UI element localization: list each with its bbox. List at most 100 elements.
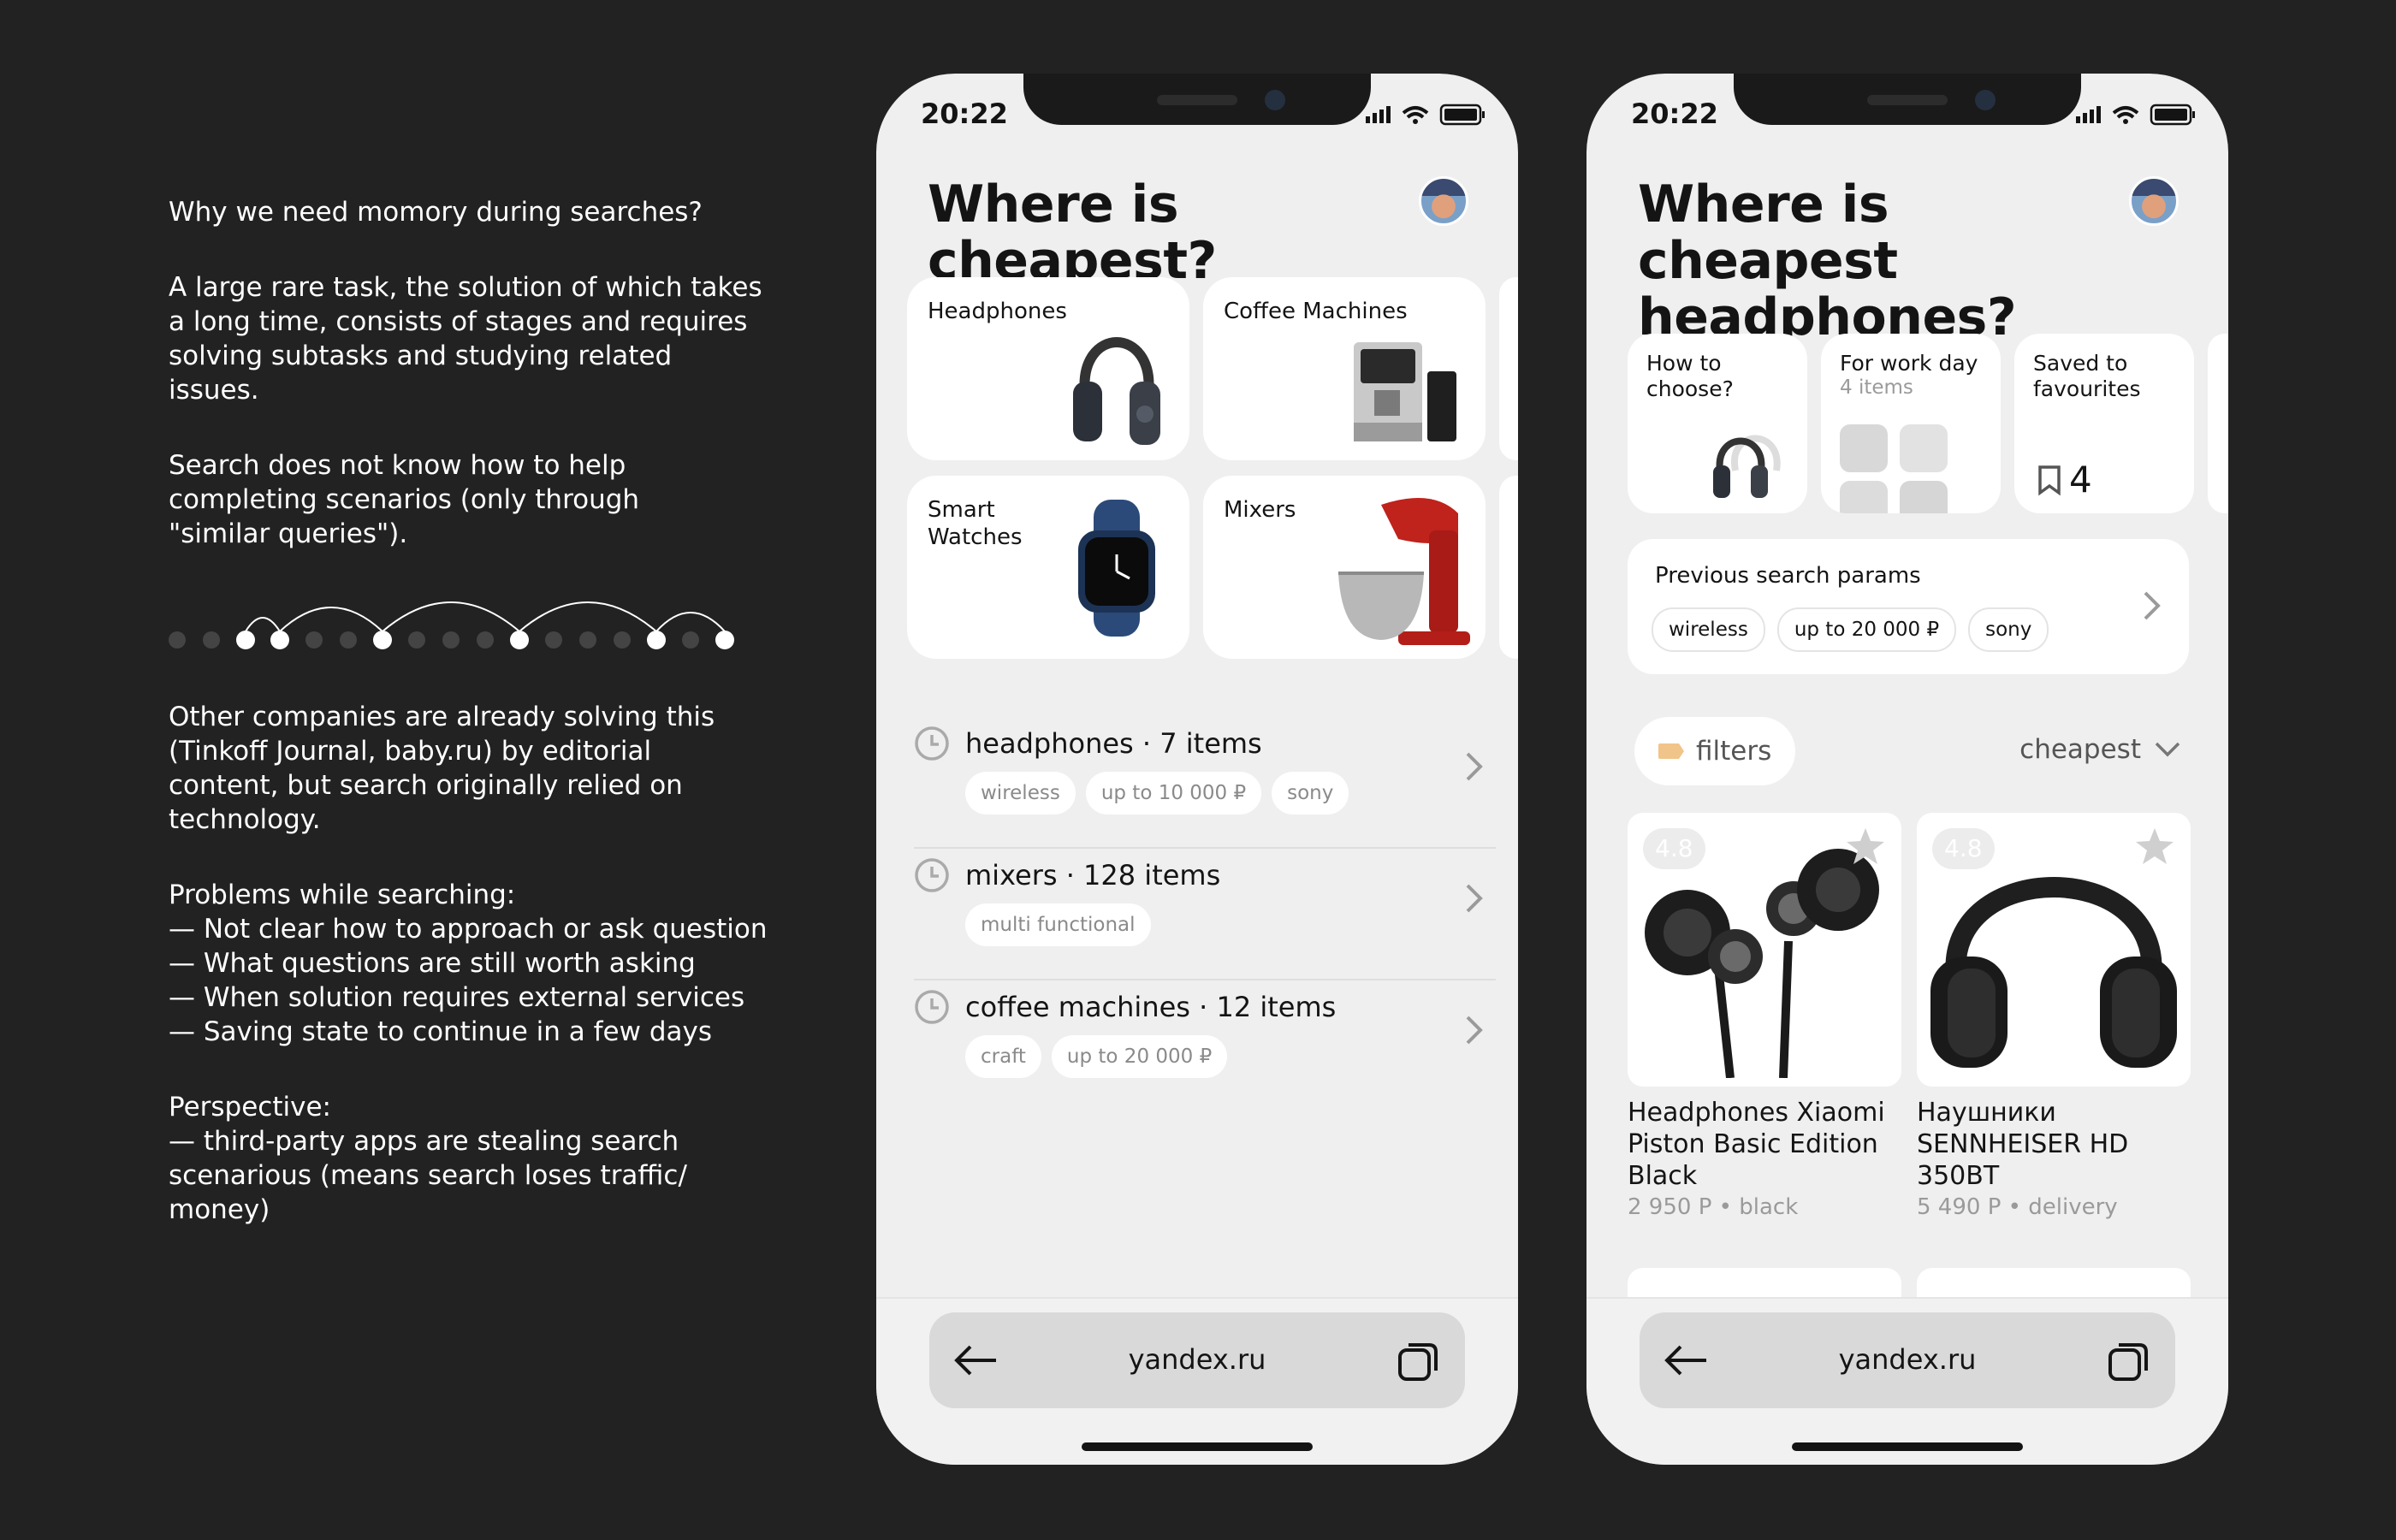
home-indicator [1082,1442,1313,1451]
card-peek[interactable] [2208,334,2228,513]
product-price: 5 490 Р • delivery [1917,1194,2118,1220]
param-chip[interactable]: wireless [965,772,1076,814]
url-text: yandex.ru [1838,1343,1977,1376]
product-card-image[interactable]: 4.8 [1628,813,1901,1087]
timeline-dot [579,631,596,649]
timeline-dot [614,631,631,649]
card-for-work-day[interactable]: For work day 4 items [1821,334,2001,513]
category-label: Headphones [928,299,1067,324]
avatar[interactable] [2129,176,2179,226]
history-item[interactable]: headphones · 7 items wireless up to 10 0… [914,717,1496,849]
param-chip[interactable]: up to 20 000 ₽ [1051,1035,1228,1078]
avatar[interactable] [1419,176,1468,226]
category-label: Coffee Machines [1224,299,1408,324]
product-name[interactable]: Headphones Xiaomi Piston Basic Edition B… [1628,1097,1901,1192]
timeline-dots [169,599,742,650]
tabs-icon[interactable] [1397,1342,1439,1383]
url-text: yandex.ru [1128,1343,1266,1376]
address-bar[interactable]: yandex.ru [929,1312,1465,1408]
timeline-dot [408,631,425,649]
card-sublabel: 4 items [1840,376,1913,399]
timeline-dot [477,631,494,649]
param-chip[interactable]: multi functional [965,903,1151,946]
home-indicator [1792,1442,2023,1451]
history-item[interactable]: coffee machines · 12 items craft up to 2… [914,980,1496,1112]
category-card-smart-watches[interactable]: Smart Watches [907,476,1189,659]
saved-count: 4 [2069,459,2092,500]
category-card-peek[interactable] [1499,277,1518,460]
product-name[interactable]: Наушники SENNHEISER HD 350BT [1917,1097,2191,1192]
phone-screen-categories: 20:22 Where is cheapest? Headphones Coff… [876,74,1518,1465]
history-item[interactable]: mixers · 128 items multi functional [914,849,1496,980]
timeline-arc [519,601,657,632]
tabs-icon[interactable] [2107,1342,2150,1383]
sort-label: cheapest [2019,734,2141,765]
address-bar[interactable]: yandex.ru [1640,1312,2175,1408]
timeline-dot [340,631,357,649]
status-time: 20:22 [1631,98,1718,130]
category-card-peek[interactable] [1499,476,1518,659]
clock-icon [915,990,949,1024]
history-chips: craft up to 20 000 ₽ [965,1035,1228,1078]
notch [1023,74,1371,125]
timeline-arc [245,617,281,632]
timeline-dot [682,631,699,649]
notes-search-limits: Search does not know how to help complet… [169,450,640,549]
card-label: How to choose? [1646,351,1734,401]
notes-perspective: Perspective: — third-party apps are stea… [169,1092,687,1225]
phone-screen-results: 20:22 Where is cheapest headphones? How … [1586,74,2228,1465]
thumb [1840,481,1888,513]
card-saved-to-favourites[interactable]: Saved to favourites 4 [2014,334,2194,513]
param-chip[interactable]: up to 10 000 ₽ [1085,772,1262,814]
thumb [1900,481,1948,513]
filters-button[interactable]: filters [1634,717,1796,785]
chevron-right-icon [2144,591,2161,620]
timeline-dot-active [373,631,392,649]
favourite-star-icon[interactable] [1845,826,1886,866]
timeline-dot [305,631,323,649]
chevron-down-icon [2155,742,2180,757]
card-how-to-choose[interactable]: How to choose? [1628,334,1807,513]
clock-icon [915,858,949,892]
favourite-star-icon[interactable] [2134,826,2175,866]
smart-watch-image [1078,500,1155,637]
param-chip[interactable]: wireless [1652,607,1765,652]
param-chip[interactable]: up to 20 000 ₽ [1776,607,1957,652]
category-label: Mixers [1224,497,1296,523]
category-card-headphones[interactable]: Headphones [907,277,1189,460]
category-card-mixers[interactable]: Mixers [1203,476,1486,659]
product-card-image[interactable]: 4.8 [1917,813,2191,1087]
timeline-arc [655,612,726,632]
status-time: 20:22 [921,98,1008,130]
thumb [1900,424,1948,472]
sort-dropdown[interactable]: cheapest [2019,734,2180,765]
timeline-dot-active [236,631,255,649]
card-label: Saved to favourites [2033,351,2141,401]
notes-task: A large rare task, the solution of which… [169,272,762,406]
param-chip[interactable]: sony [1968,607,2049,652]
history-query: headphones · 7 items [965,727,1262,760]
notes-column-lower: Other companies are already solving this… [169,700,819,1268]
notes-problems: Problems while searching: — Not clear ho… [169,880,768,1047]
browser-bottom-bar: yandex.ru [1586,1297,2228,1465]
notch [1734,74,2081,125]
status-icons [2076,104,2195,126]
headphones-thumb [1713,435,1781,498]
history-chips: wireless up to 10 000 ₽ sony [965,772,1349,814]
timeline-svg [169,601,734,649]
timeline-dot-active [510,631,529,649]
param-chip[interactable]: sony [1272,772,1349,814]
timeline-dot [442,631,460,649]
timeline-dot-active [270,631,289,649]
param-chip[interactable]: craft [965,1035,1041,1078]
previous-search-params[interactable]: Previous search params wireless up to 20… [1628,539,2189,674]
history-chips: multi functional [965,903,1151,946]
page-title: Where is cheapest headphones? [1638,175,2017,347]
tag-icon [1658,743,1684,759]
filters-label: filters [1696,736,1772,767]
category-card-coffee-machines[interactable]: Coffee Machines [1203,277,1486,460]
coffee-machine-image [1354,342,1456,441]
prev-params-chips: wireless up to 20 000 ₽ sony [1652,607,2049,652]
timeline-dot-active [715,631,734,649]
page-title: Where is cheapest? [928,175,1217,291]
